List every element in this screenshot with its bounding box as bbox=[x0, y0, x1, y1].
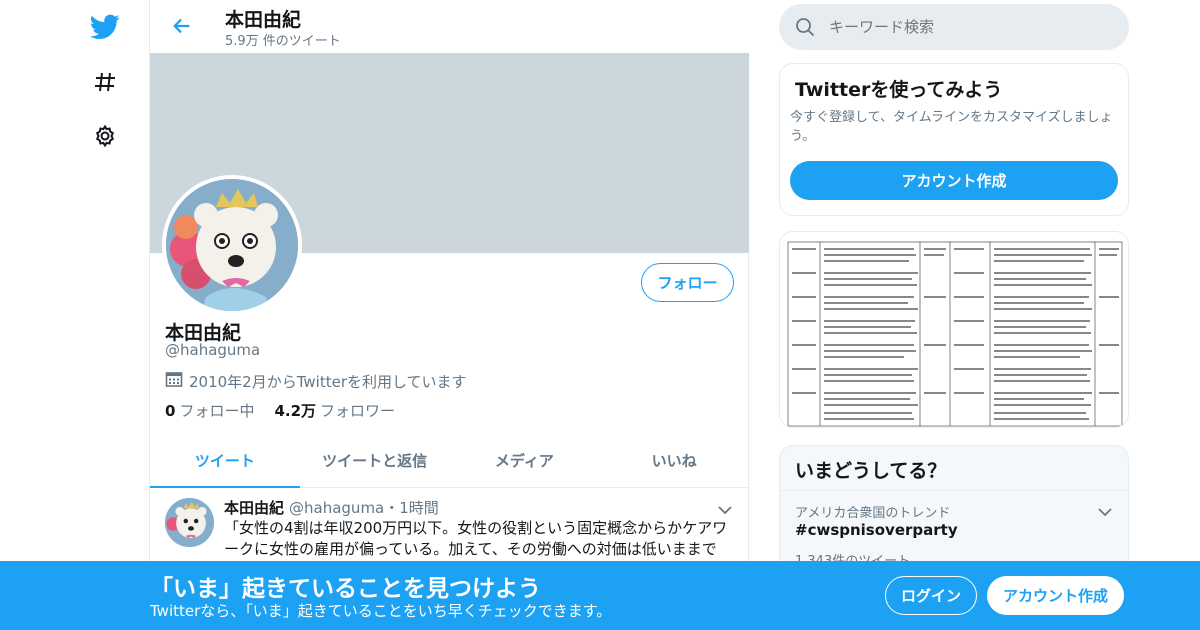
tweet-separator: ・ bbox=[384, 499, 400, 517]
bottom-bar-title: 「いま」起きていることを見つけよう bbox=[150, 576, 541, 602]
tab-tweets-and-replies[interactable]: ツイートと返信 bbox=[300, 433, 450, 487]
header-name: 本田由紀 bbox=[225, 9, 302, 31]
profile-stats: 0 フォロー中 4.2万 フォロワー bbox=[165, 400, 415, 421]
twitter-profile-page: 本田由紀 5.9万 件のツイート フォロー 本田由紀 @hahaguma 201… bbox=[0, 0, 1200, 630]
follow-button[interactable]: フォロー bbox=[641, 263, 734, 302]
signup-bottom-bar: 「いま」起きていることを見つけよう Twitterなら、「いま」起きていることを… bbox=[0, 561, 1200, 630]
profile-joined: 2010年2月からTwitterを利用しています bbox=[165, 370, 467, 392]
tweet-author-handle[interactable]: @hahaguma bbox=[289, 499, 384, 517]
left-nav bbox=[80, 0, 130, 630]
calendar-icon bbox=[165, 370, 183, 392]
signup-card-title: Twitterを使ってみよう bbox=[795, 79, 1003, 101]
chevron-down-icon[interactable] bbox=[718, 500, 732, 519]
following-label: フォロー中 bbox=[179, 402, 255, 420]
profile-tabs: ツイート ツイートと返信 メディア いいね bbox=[150, 433, 749, 488]
gear-icon[interactable] bbox=[86, 117, 124, 155]
profile-header: 本田由紀 5.9万 件のツイート bbox=[150, 0, 749, 53]
chevron-down-icon[interactable] bbox=[1098, 502, 1112, 521]
search-bar[interactable] bbox=[779, 4, 1129, 50]
following-stat[interactable]: 0 フォロー中 bbox=[165, 400, 254, 421]
login-button[interactable]: ログイン bbox=[885, 576, 977, 615]
trends-title: いまどうしてる？ bbox=[795, 460, 947, 482]
tab-likes[interactable]: いいね bbox=[599, 433, 749, 487]
tweet-time[interactable]: 1時間 bbox=[399, 497, 439, 518]
profile-handle[interactable]: @hahaguma bbox=[165, 341, 260, 359]
signup-card-subtitle: 今すぐ登録して、タイムラインをカスタマイズしましょう。 bbox=[790, 110, 1113, 144]
header-tweet-count: 5.9万 件のツイート bbox=[225, 34, 341, 49]
followers-stat[interactable]: 4.2万 フォロワー bbox=[274, 400, 395, 421]
trend-hashtag[interactable]: #cwspnisoverparty bbox=[795, 521, 958, 539]
tweet-avatar[interactable] bbox=[165, 498, 214, 547]
trend-location: アメリカ合衆国のトレンド bbox=[795, 506, 951, 521]
profile-avatar[interactable] bbox=[162, 175, 302, 315]
tweet-header: 本田由紀 @hahaguma ・ 1時間 bbox=[224, 497, 439, 518]
hashtag-icon[interactable] bbox=[86, 63, 124, 101]
tab-tweets[interactable]: ツイート bbox=[150, 433, 300, 488]
create-account-button[interactable]: アカウント作成 bbox=[790, 161, 1118, 200]
following-count: 0 bbox=[165, 402, 176, 420]
followers-label: フォロワー bbox=[320, 402, 396, 420]
trends-divider bbox=[780, 490, 1128, 491]
signup-button[interactable]: アカウント作成 bbox=[987, 576, 1124, 615]
search-input[interactable] bbox=[829, 18, 1089, 36]
twitter-logo-icon[interactable] bbox=[86, 8, 124, 46]
right-sidebar: Twitterを使ってみよう 今すぐ登録して、タイムラインをカスタマイズしましょ… bbox=[779, 0, 1129, 630]
profile-column: 本田由紀 5.9万 件のツイート フォロー 本田由紀 @hahaguma 201… bbox=[149, 0, 749, 630]
search-icon bbox=[795, 17, 815, 37]
tab-media[interactable]: メディア bbox=[450, 433, 600, 487]
followers-count: 4.2万 bbox=[274, 402, 317, 420]
media-preview[interactable] bbox=[779, 231, 1129, 428]
back-arrow-icon[interactable] bbox=[168, 12, 196, 40]
tweet-author-name[interactable]: 本田由紀 bbox=[224, 497, 284, 518]
joined-text: 2010年2月からTwitterを利用しています bbox=[189, 372, 467, 391]
bottom-bar-subtitle: Twitterなら、「いま」起きていることをいち早くチェックできます。 bbox=[150, 602, 612, 620]
signup-card: Twitterを使ってみよう 今すぐ登録して、タイムラインをカスタマイズしましょ… bbox=[779, 63, 1129, 216]
document-thumbnail-image bbox=[780, 232, 1128, 427]
